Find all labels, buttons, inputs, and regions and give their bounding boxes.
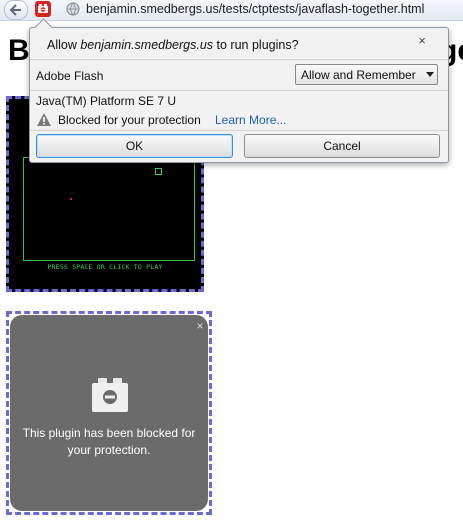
divider — [30, 130, 448, 131]
ok-button[interactable]: OK — [36, 134, 233, 158]
select-value: Allow and Remember — [301, 68, 416, 82]
chevron-down-icon — [426, 72, 434, 77]
panel-title-suffix: to run plugins? — [213, 38, 299, 52]
game-target — [70, 198, 72, 200]
divider — [30, 59, 448, 60]
game-player — [155, 168, 162, 175]
plugin-name-flash: Adobe Flash — [36, 69, 104, 83]
plugin-blocked-icon — [35, 1, 51, 17]
blocked-plugin-overlay[interactable]: × This plugin has been blocked for your … — [10, 315, 208, 511]
close-icon[interactable]: × — [416, 34, 428, 47]
warning-icon — [37, 113, 51, 126]
back-arrow-icon — [9, 4, 21, 16]
flash-permission-select[interactable]: Allow and Remember — [295, 64, 438, 85]
blocked-message-line1: This plugin has been blocked for — [22, 426, 196, 440]
panel-title-prefix: Allow — [47, 38, 81, 52]
close-icon[interactable]: × — [194, 320, 206, 332]
learn-more-link[interactable]: Learn More... — [215, 113, 286, 127]
panel-arrow — [34, 18, 53, 37]
divider — [30, 90, 448, 91]
plugin-permission-panel: Allow benjamin.smedbergs.us to run plugi… — [29, 18, 449, 163]
plugin-notification-button[interactable] — [34, 0, 52, 18]
panel-title: Allow benjamin.smedbergs.us to run plugi… — [47, 38, 299, 52]
url-bar: benjamin.smedbergs.us/tests/ctptests/jav… — [0, 0, 463, 21]
panel-title-host: benjamin.smedbergs.us — [80, 38, 214, 52]
game-arena — [23, 157, 195, 261]
globe-icon — [66, 2, 80, 16]
plugin-name-java: Java(TM) Platform SE 7 U — [36, 94, 177, 108]
plugin-brick-icon — [92, 378, 128, 412]
java-blocked-status: Blocked for your protection — [58, 113, 201, 127]
blocked-message: This plugin has been blocked for your pr… — [10, 425, 208, 459]
game-caption: PRESS SPACE OR CLICK TO PLAY — [47, 263, 163, 271]
blocked-plugin-object: × This plugin has been blocked for your … — [6, 311, 212, 515]
blocked-message-line2: your protection. — [67, 443, 151, 457]
cancel-button[interactable]: Cancel — [244, 134, 440, 158]
page-title-left: B — [8, 34, 30, 67]
back-button[interactable] — [4, 0, 28, 20]
url-text[interactable]: benjamin.smedbergs.us/tests/ctptests/jav… — [86, 2, 424, 16]
